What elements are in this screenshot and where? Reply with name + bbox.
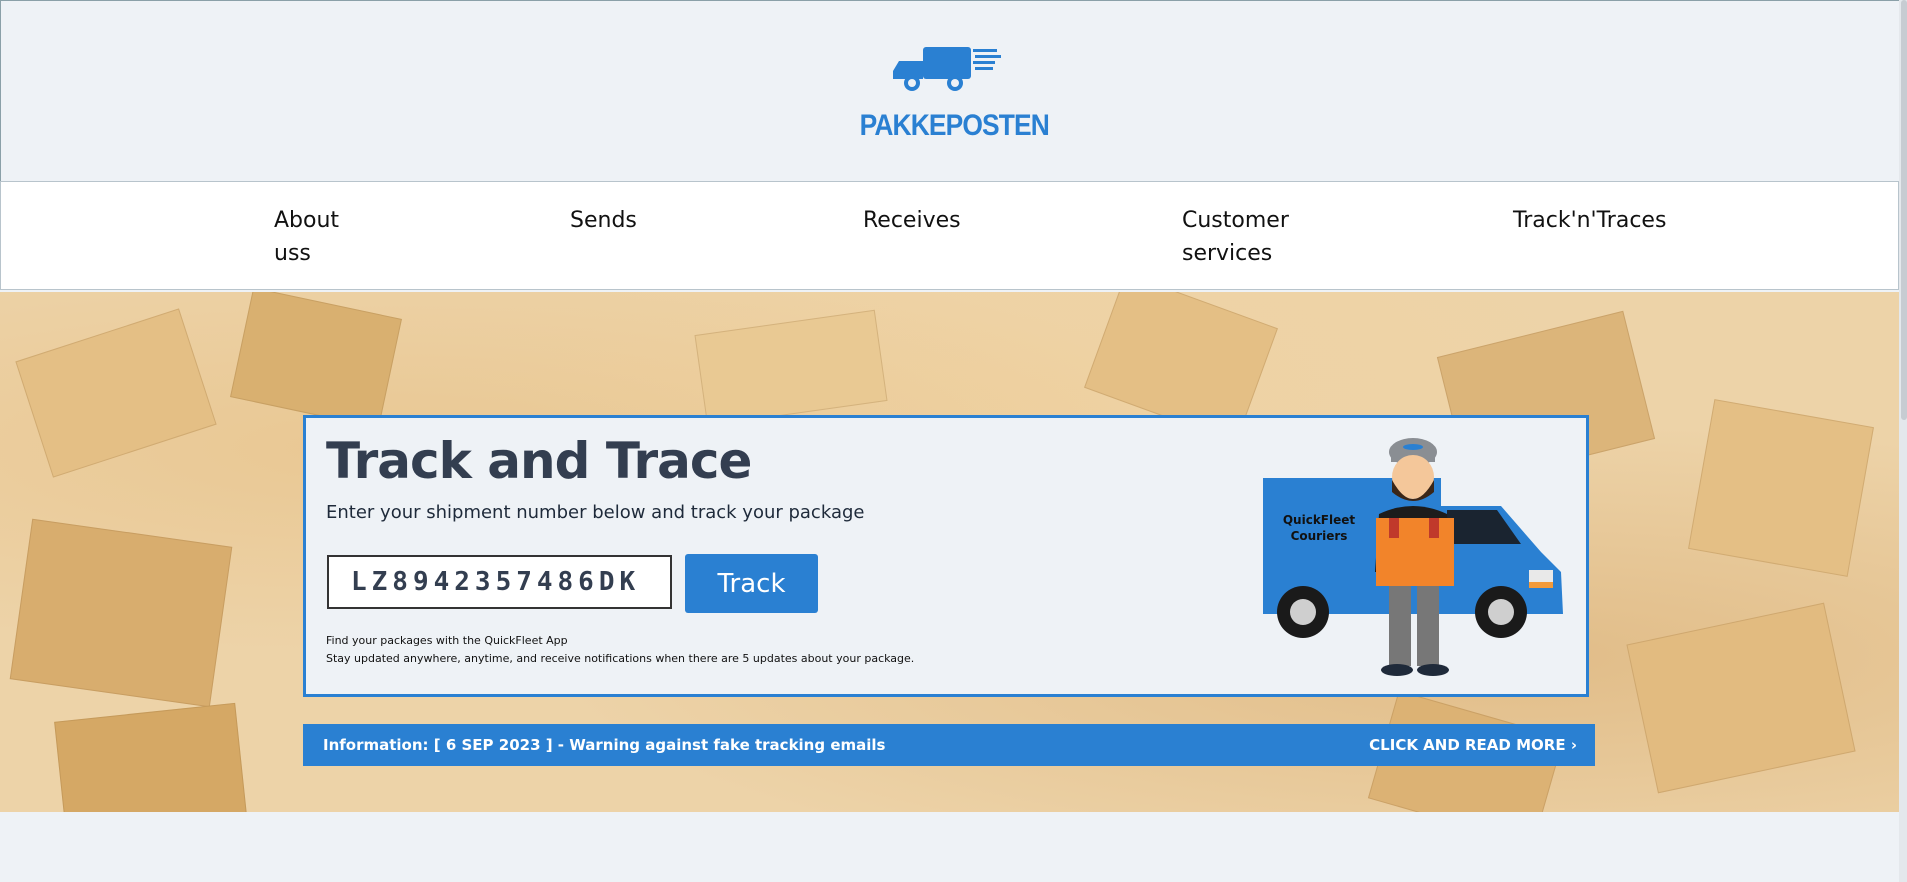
background-box [1626, 602, 1856, 794]
chevron-right-icon: › [1570, 736, 1577, 754]
info-bar: Information: [ 6 SEP 2023 ] - Warning ag… [303, 724, 1595, 766]
nav-item-label: Customer [1182, 208, 1289, 233]
courier-van-icon [1263, 438, 1563, 676]
track-and-trace-panel: Track and Trace Enter your shipment numb… [303, 415, 1589, 697]
nav-item-receives[interactable]: Receives [863, 204, 961, 237]
background-box [1688, 399, 1874, 577]
nav-item-track-n-traces[interactable]: Track'n'Traces [1513, 204, 1666, 237]
van-label: QuickFleet Couriers [1269, 512, 1369, 544]
track-button[interactable]: Track [685, 554, 818, 613]
background-box [9, 518, 233, 708]
read-more-link[interactable]: CLICK AND READ MORE › [1369, 736, 1577, 754]
logo[interactable]: PAKKEPOSTEN [847, 43, 1057, 143]
page-scrollbar[interactable] [1899, 0, 1907, 882]
courier-illustration: QuickFleet Couriers [1251, 422, 1581, 694]
nav-item-label: Sends [570, 208, 637, 233]
background-box [230, 292, 402, 429]
nav-item-customer-services[interactable]: Customer services [1182, 204, 1289, 270]
nav-item-label-line2: services [1182, 241, 1273, 266]
background-box [15, 308, 217, 478]
van-label-line1: QuickFleet [1282, 513, 1356, 527]
shipment-number-input[interactable] [327, 555, 672, 609]
info-message: Information: [ 6 SEP 2023 ] - Warning ag… [323, 736, 886, 754]
app-promo-title: Find your packages with the QuickFleet A… [326, 634, 568, 647]
background-box [54, 702, 248, 812]
tracking-subtitle: Enter your shipment number below and tra… [326, 502, 865, 523]
background-box [694, 309, 888, 427]
read-more-label: CLICK AND READ MORE [1369, 736, 1566, 754]
main-nav: About uss Sends Receives Customer servic… [0, 181, 1899, 290]
truck-icon [893, 47, 1001, 91]
site-header: PAKKEPOSTEN [0, 0, 1901, 182]
nav-item-label: About [274, 208, 340, 233]
nav-item-label-line2: uss [274, 241, 311, 266]
logo-text: PAKKEPOSTEN [859, 109, 1050, 142]
page-title: Track and Trace [326, 432, 752, 490]
nav-item-about[interactable]: About uss [274, 204, 339, 270]
scrollbar-thumb[interactable] [1901, 0, 1907, 420]
van-label-line2: Couriers [1290, 529, 1348, 543]
nav-item-label: Receives [863, 208, 961, 233]
nav-item-sends[interactable]: Sends [570, 204, 637, 237]
app-promo-text: Stay updated anywhere, anytime, and rece… [326, 652, 915, 665]
nav-item-label: Track'n'Traces [1513, 208, 1667, 233]
